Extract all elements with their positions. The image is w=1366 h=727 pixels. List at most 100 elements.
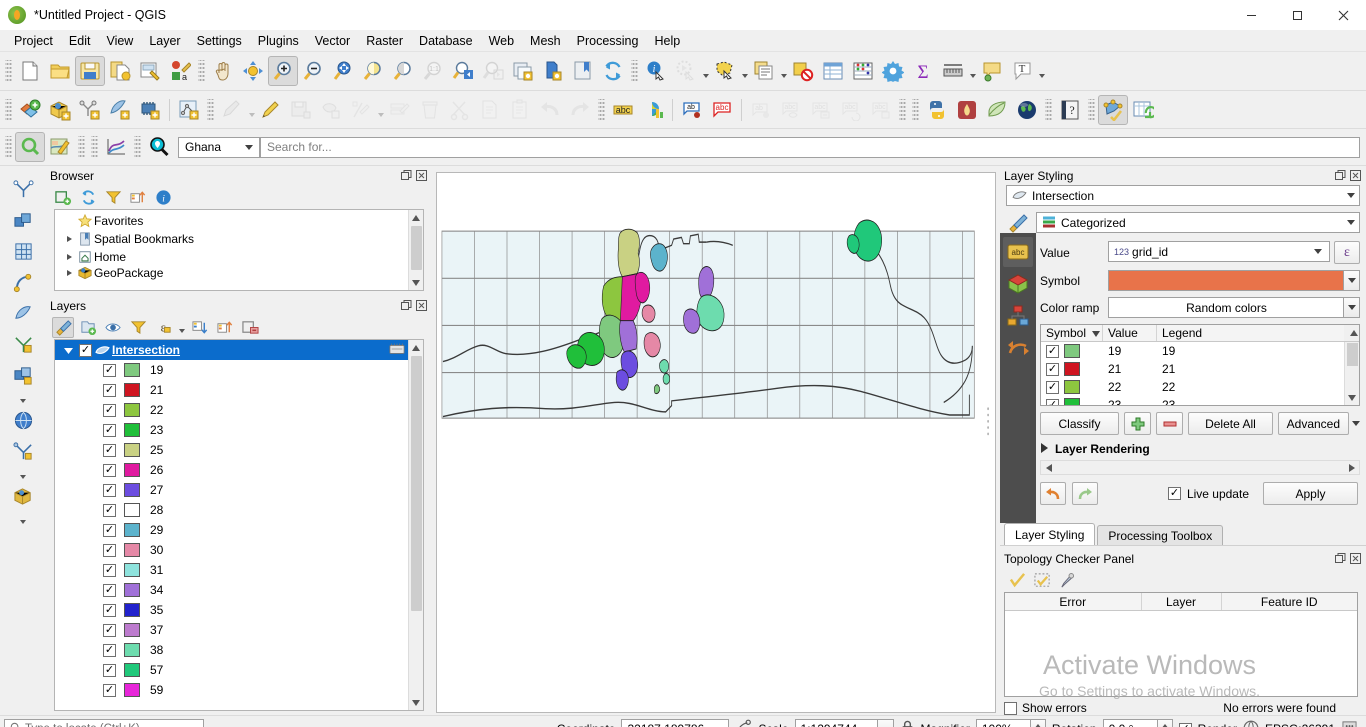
scale-combo[interactable]: 1:1294744	[794, 719, 894, 727]
rotation-spinbox[interactable]: 0.0 °	[1102, 719, 1173, 727]
menu-project[interactable]: Project	[6, 32, 61, 50]
column-error[interactable]: Error	[1005, 593, 1142, 610]
chevron-down-icon[interactable]	[1352, 421, 1360, 426]
menu-plugins[interactable]: Plugins	[250, 32, 307, 50]
category-visibility-checkbox[interactable]: ✓	[103, 443, 116, 457]
layer-item-intersection[interactable]: ✓ Intersection	[55, 340, 408, 360]
scrollbar-thumb[interactable]	[410, 226, 422, 270]
digitizing-tool-6-icon[interactable]	[6, 329, 40, 360]
close-panel-icon[interactable]	[1349, 553, 1361, 565]
value-field-select[interactable]: 123 grid_id	[1108, 241, 1330, 262]
digitizing-tool-2-icon[interactable]	[6, 205, 40, 236]
toolbar-grip[interactable]	[5, 60, 12, 82]
render-checkbox[interactable]: ✓	[1178, 722, 1192, 727]
python-console-button[interactable]	[922, 95, 952, 125]
column-value[interactable]: Value	[1103, 325, 1157, 341]
add-delimited-text-layer-button[interactable]	[75, 95, 105, 125]
category-visibility-checkbox[interactable]: ✓	[103, 623, 116, 637]
styling-table-row[interactable]: ✓ 22 22	[1041, 378, 1359, 396]
layer-category-row[interactable]: ✓ 38	[55, 640, 408, 660]
category-color-swatch[interactable]	[124, 363, 140, 377]
column-layer[interactable]: Layer	[1142, 593, 1222, 610]
menu-layer[interactable]: Layer	[141, 32, 188, 50]
toolbar-grip[interactable]	[899, 98, 906, 121]
category-color-swatch[interactable]	[124, 383, 140, 397]
category-color-swatch[interactable]	[124, 423, 140, 437]
tab-layer-styling[interactable]: Layer Styling	[1004, 523, 1096, 545]
category-visibility-checkbox[interactable]: ✓	[103, 363, 116, 377]
layer-category-row[interactable]: ✓ 57	[55, 660, 408, 680]
digitizing-tool-9-icon[interactable]	[6, 436, 40, 467]
layer-category-row[interactable]: ✓ 29	[55, 520, 408, 540]
plugins-button[interactable]	[982, 95, 1012, 125]
digitizing-tool-5-icon[interactable]	[6, 298, 40, 329]
map-tips-button[interactable]	[977, 56, 1007, 86]
open-project-button[interactable]	[45, 56, 75, 86]
expander-icon[interactable]	[63, 254, 76, 260]
style-manager-button[interactable]: a	[165, 56, 195, 86]
editable-indicator-icon[interactable]	[389, 342, 405, 359]
locator-input[interactable]: Type to locate (Ctrl+K)	[4, 719, 204, 727]
expander-icon[interactable]	[63, 270, 76, 276]
menu-web[interactable]: Web	[481, 32, 522, 50]
chevron-down-icon[interactable]	[701, 58, 710, 84]
new-3d-map-view-button[interactable]	[538, 56, 568, 86]
styling-row-checkbox[interactable]: ✓	[1046, 398, 1059, 405]
styling-hscrollbar[interactable]	[1040, 460, 1360, 475]
map-canvas[interactable]	[436, 172, 996, 713]
search-input[interactable]: Search for...	[260, 136, 1360, 158]
digitizing-tool-7-icon[interactable]	[6, 360, 40, 391]
properties-icon[interactable]: i	[152, 187, 174, 208]
apply-button[interactable]: Apply	[1263, 482, 1358, 505]
toolbar-grip[interactable]	[134, 136, 141, 158]
category-color-swatch[interactable]	[124, 443, 140, 457]
show-bookmarks-button[interactable]	[568, 56, 598, 86]
refresh-button[interactable]	[598, 56, 628, 86]
categories-table[interactable]: Symbol Value Legend ✓ 19 19 ✓ 21 21 ✓ 22 22 ✓ 23 23	[1040, 324, 1360, 406]
pin-labels-button[interactable]: abc	[806, 95, 836, 125]
remove-class-button[interactable]	[1156, 412, 1184, 435]
text-annotation-button[interactable]: T	[1007, 56, 1037, 86]
styling-row-checkbox[interactable]: ✓	[1046, 344, 1059, 358]
delete-all-button[interactable]: Delete All	[1188, 412, 1273, 435]
category-color-swatch[interactable]	[124, 623, 140, 637]
show-hide-labels-button[interactable]: abc	[776, 95, 806, 125]
collapse-all-layers-icon[interactable]	[214, 317, 236, 338]
colorramp-dropdown-button[interactable]	[1344, 297, 1360, 318]
layer-category-row[interactable]: ✓ 35	[55, 600, 408, 620]
category-visibility-checkbox[interactable]: ✓	[103, 583, 116, 597]
manage-map-themes-icon[interactable]	[102, 317, 124, 338]
chevron-down-icon[interactable]	[19, 467, 28, 481]
category-visibility-checkbox[interactable]: ✓	[103, 423, 116, 437]
browser-item-geopackage[interactable]: GeoPackage	[55, 266, 408, 280]
processing-toolbox-button[interactable]	[878, 56, 908, 86]
crs-globe-icon[interactable]	[1243, 720, 1259, 727]
category-visibility-checkbox[interactable]: ✓	[103, 503, 116, 517]
menu-mesh[interactable]: Mesh	[522, 32, 569, 50]
styling-row-swatch[interactable]	[1064, 398, 1080, 405]
grass-tools-button[interactable]	[952, 95, 982, 125]
zoom-last-button[interactable]	[448, 56, 478, 86]
minimize-button[interactable]	[1228, 0, 1274, 30]
classify-button[interactable]: Classify	[1040, 412, 1119, 435]
layer-category-row[interactable]: ✓ 31	[55, 560, 408, 580]
save-project-as-button[interactable]	[105, 56, 135, 86]
select-features-button[interactable]	[710, 56, 740, 86]
labels-tab-icon[interactable]	[1003, 269, 1033, 299]
category-visibility-checkbox[interactable]: ✓	[103, 483, 116, 497]
toolbar-grip[interactable]	[631, 60, 638, 82]
geocoder-button[interactable]	[144, 132, 174, 162]
styling-row-checkbox[interactable]: ✓	[1046, 380, 1059, 394]
column-legend[interactable]: Legend	[1157, 325, 1344, 341]
toolbar-grip[interactable]	[1045, 98, 1052, 121]
category-visibility-checkbox[interactable]: ✓	[103, 563, 116, 577]
menu-settings[interactable]: Settings	[189, 32, 250, 50]
new-map-view-button[interactable]	[508, 56, 538, 86]
toolbar-grip[interactable]	[198, 60, 205, 82]
undo-styling-button[interactable]	[1040, 482, 1066, 505]
add-spatialite-layer-button[interactable]	[105, 95, 135, 125]
save-project-button[interactable]	[75, 56, 105, 86]
toolbar-grip[interactable]	[912, 98, 919, 121]
category-color-swatch[interactable]	[124, 583, 140, 597]
layers-tree[interactable]: ✓ Intersection ✓ 19 ✓ 21 ✓ 22 ✓ 23 ✓ 25 ✓ 26 ✓ 27 ✓ 28 ✓…	[54, 339, 424, 711]
